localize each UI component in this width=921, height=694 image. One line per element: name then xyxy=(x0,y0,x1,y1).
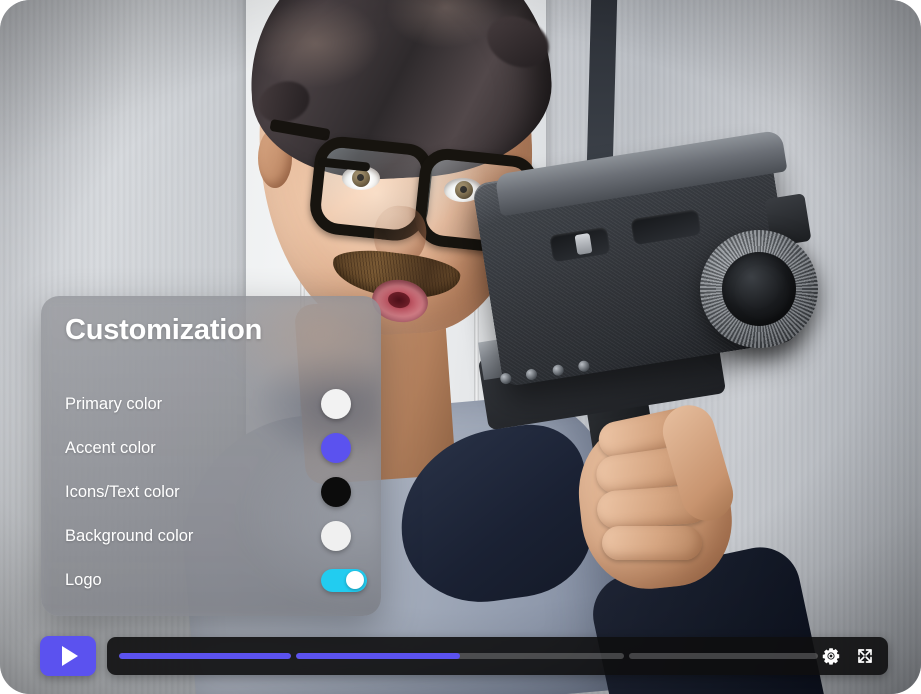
customization-panel: Customization Primary color Accent color… xyxy=(41,296,381,616)
logo-toggle[interactable] xyxy=(321,568,367,592)
subject-finger xyxy=(602,526,702,560)
gear-icon[interactable] xyxy=(820,645,842,667)
setting-label: Accent color xyxy=(65,438,156,457)
setting-row-primary-color[interactable]: Primary color xyxy=(41,382,381,426)
chapter-3[interactable] xyxy=(628,653,818,659)
camera-slider xyxy=(574,232,593,256)
toggle-knob xyxy=(346,571,364,589)
setting-label: Background color xyxy=(65,526,194,545)
panel-content: Customization Primary color Accent color… xyxy=(41,296,381,616)
chapter-progress-fill xyxy=(119,653,292,659)
player-controls xyxy=(40,636,888,676)
chapter-2[interactable] xyxy=(296,653,624,659)
camera-knob xyxy=(499,372,513,385)
settings-list: Primary color Accent color Icons/Text co… xyxy=(41,382,381,602)
camera-lens-glass xyxy=(722,252,796,326)
video-player-window: Customization Primary color Accent color… xyxy=(0,0,921,694)
setting-label: Icons/Text color xyxy=(65,482,180,501)
chapter-1[interactable] xyxy=(119,653,292,659)
camera-knob xyxy=(577,359,591,373)
camera-knob xyxy=(525,368,539,381)
setting-label: Primary color xyxy=(65,394,163,413)
fullscreen-expand-icon[interactable] xyxy=(854,645,876,667)
setting-label: Logo xyxy=(65,570,102,589)
play-button[interactable] xyxy=(40,636,96,676)
primary-color-swatch[interactable] xyxy=(321,389,351,419)
icons-text-color-swatch[interactable] xyxy=(321,477,351,507)
background-color-swatch[interactable] xyxy=(321,521,351,551)
setting-row-logo[interactable]: Logo xyxy=(41,558,381,602)
progress-scrubber[interactable] xyxy=(119,653,818,659)
control-bar xyxy=(107,637,888,675)
setting-row-icons-text-color[interactable]: Icons/Text color xyxy=(41,470,381,514)
chapter-progress-fill xyxy=(296,653,460,659)
accent-color-swatch[interactable] xyxy=(321,433,351,463)
play-icon xyxy=(61,646,78,666)
setting-row-background-color[interactable]: Background color xyxy=(41,514,381,558)
setting-row-accent-color[interactable]: Accent color xyxy=(41,426,381,470)
page-title: Customization xyxy=(65,314,263,346)
camera-knob xyxy=(551,364,565,377)
